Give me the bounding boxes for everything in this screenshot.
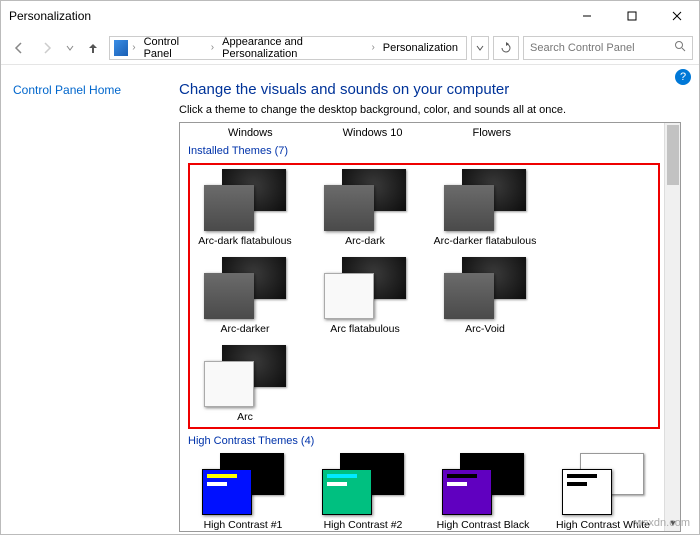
theme-color-thumb [444, 185, 494, 231]
theme-item[interactable]: Arc flatabulous [314, 257, 416, 335]
titlebar: Personalization [1, 1, 699, 31]
theme-label: Arc [237, 411, 253, 423]
theme-item[interactable]: High Contrast Black [432, 453, 534, 531]
highcontrast-themes-grid: High Contrast #1 High Contrast #2 High C… [188, 453, 660, 531]
refresh-button[interactable] [493, 36, 519, 60]
tab-windows[interactable]: Windows [228, 127, 273, 139]
breadcrumb[interactable]: › Control Panel › Appearance and Persona… [109, 36, 467, 60]
theme-thumbnail [324, 169, 406, 231]
theme-item[interactable]: Arc-Void [434, 257, 536, 335]
theme-item[interactable]: High Contrast #1 [192, 453, 294, 531]
control-panel-home-link[interactable]: Control Panel Home [13, 83, 121, 97]
address-dropdown[interactable] [471, 36, 489, 60]
theme-thumbnail [322, 453, 404, 515]
theme-label: Arc-darker flatabulous [434, 235, 537, 247]
theme-label: High Contrast Black [437, 519, 530, 531]
navbar: › Control Panel › Appearance and Persona… [1, 31, 699, 65]
installed-section-label: Installed Themes (7) [188, 145, 660, 157]
theme-thumbnail [562, 453, 644, 515]
tab-windows10[interactable]: Windows 10 [343, 127, 403, 139]
crumb-0[interactable]: Control Panel [140, 34, 207, 62]
theme-color-thumb [204, 361, 254, 407]
forward-button[interactable] [35, 36, 59, 60]
theme-color-thumb [324, 273, 374, 319]
search-placeholder: Search Control Panel [530, 42, 635, 54]
theme-item[interactable]: Arc-darker flatabulous [434, 169, 536, 247]
crumb-2[interactable]: Personalization [379, 40, 462, 56]
theme-color-thumb [204, 185, 254, 231]
content: ? Change the visuals and sounds on your … [171, 65, 699, 534]
theme-label: Arc-Void [465, 323, 505, 335]
page-heading: Change the visuals and sounds on your co… [179, 81, 681, 98]
theme-color-thumb [324, 185, 374, 231]
window-title: Personalization [9, 9, 91, 23]
theme-color-thumb [202, 469, 252, 515]
theme-thumbnail [444, 169, 526, 231]
theme-thumbnail [204, 345, 286, 407]
window-controls [564, 1, 699, 31]
tab-flowers[interactable]: Flowers [473, 127, 512, 139]
chevron-right-icon: › [211, 42, 214, 53]
theme-thumbnail [204, 257, 286, 319]
watermark: wsxdn.com [635, 517, 690, 529]
theme-item[interactable]: Arc [194, 345, 296, 423]
theme-item[interactable]: Arc-dark flatabulous [194, 169, 296, 247]
theme-thumbnail [444, 257, 526, 319]
page-desc: Click a theme to change the desktop back… [179, 104, 681, 116]
body: Control Panel Home ? Change the visuals … [1, 65, 699, 534]
search-icon [674, 40, 686, 55]
chevron-right-icon: › [132, 42, 135, 53]
installed-themes-highlight: Arc-dark flatabulous Arc-dark Arc-darker… [188, 163, 660, 429]
theme-label: High Contrast #1 [204, 519, 283, 531]
themes-panel: Windows Windows 10 Flowers Installed The… [179, 122, 681, 532]
search-input[interactable]: Search Control Panel [523, 36, 693, 60]
scrollbar[interactable]: ▲ ▼ [664, 123, 680, 531]
theme-thumbnail [204, 169, 286, 231]
maximize-button[interactable] [609, 1, 654, 31]
theme-color-thumb [562, 469, 612, 515]
highcontrast-section-label: High Contrast Themes (4) [188, 435, 660, 447]
theme-label: Arc flatabulous [330, 323, 399, 335]
help-icon[interactable]: ? [675, 69, 691, 85]
theme-item[interactable]: Arc-darker [194, 257, 296, 335]
theme-label: Arc-dark [345, 235, 385, 247]
chevron-right-icon: › [371, 42, 374, 53]
theme-label: Arc-dark flatabulous [198, 235, 291, 247]
installed-themes-grid: Arc-dark flatabulous Arc-dark Arc-darker… [194, 169, 654, 423]
theme-item[interactable]: Arc-dark [314, 169, 416, 247]
minimize-button[interactable] [564, 1, 609, 31]
theme-thumbnail [442, 453, 524, 515]
sidebar: Control Panel Home [1, 65, 171, 534]
theme-color-thumb [204, 273, 254, 319]
theme-color-thumb [444, 273, 494, 319]
back-button[interactable] [7, 36, 31, 60]
theme-item[interactable]: High Contrast #2 [312, 453, 414, 531]
theme-thumbnail [324, 257, 406, 319]
theme-color-thumb [322, 469, 372, 515]
theme-thumbnail [202, 453, 284, 515]
theme-label: Arc-darker [220, 323, 269, 335]
theme-tabs: Windows Windows 10 Flowers [188, 127, 660, 139]
close-button[interactable] [654, 1, 699, 31]
window: Personalization › Control Panel › Appear… [0, 0, 700, 535]
up-button[interactable] [81, 36, 105, 60]
recent-dropdown[interactable] [63, 36, 77, 60]
theme-label: High Contrast #2 [324, 519, 403, 531]
crumb-1[interactable]: Appearance and Personalization [218, 34, 367, 62]
scroll-thumb[interactable] [667, 125, 679, 185]
control-panel-icon [114, 40, 128, 56]
theme-color-thumb [442, 469, 492, 515]
